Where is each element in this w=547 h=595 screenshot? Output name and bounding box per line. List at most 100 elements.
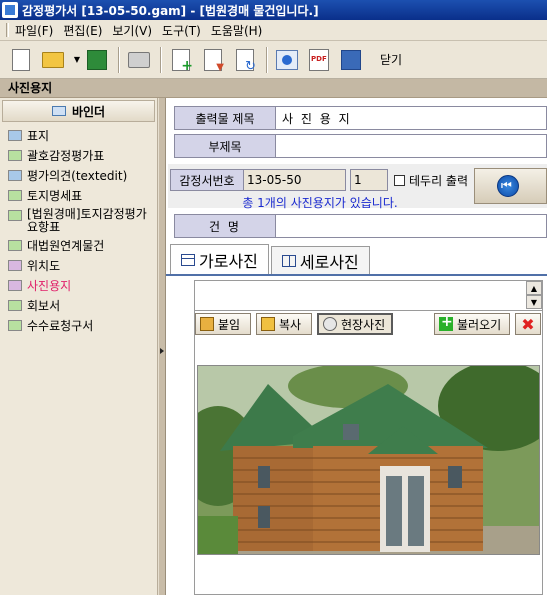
open-folder-button[interactable]	[40, 46, 66, 74]
binder-header[interactable]: 바인더	[2, 100, 155, 122]
scene-photo-button[interactable]: 현장사진	[317, 313, 393, 335]
close-button[interactable]: 닫기	[380, 51, 402, 68]
binder-header-label: 바인더	[71, 104, 106, 119]
name-field[interactable]	[276, 214, 547, 238]
binder-item-label: 대법원연계물건	[27, 239, 105, 253]
binder-item-label: [법원경매]토지감정평가요항표	[27, 207, 147, 234]
tab-landscape-photo[interactable]: 가로사진	[170, 244, 269, 274]
tab-portrait-photo[interactable]: 세로사진	[270, 246, 370, 274]
binder-item-report[interactable]: 회보서	[0, 296, 157, 316]
binder-item-opinion[interactable]: 평가의견(textedit)	[0, 166, 157, 186]
title-bar: 감정평가서 [13-05-50.gam] - [법원경매 물건입니다.]	[0, 0, 547, 20]
binder-item-cover[interactable]: 표지	[0, 126, 157, 146]
appraisal-number-label: 감정서번호	[170, 169, 244, 191]
paste-button[interactable]: 붙임	[195, 313, 251, 335]
scroll-down-icon[interactable]: ▼	[526, 295, 542, 309]
copy-button[interactable]: 복사	[256, 313, 312, 335]
subtitle-label: 부제목	[174, 134, 276, 158]
paste-label: 붙임	[218, 317, 241, 332]
binder-item-label: 토지명세표	[27, 189, 83, 203]
binder-item-label: 회보서	[27, 299, 61, 313]
menu-edit[interactable]: 편집(E)	[63, 22, 102, 39]
load-button[interactable]: 불러오기	[434, 313, 510, 335]
print-button[interactable]	[126, 46, 152, 74]
refresh-document-icon	[236, 48, 256, 74]
tab-divider	[166, 274, 547, 276]
folder-icon	[8, 260, 22, 271]
skip-back-icon	[497, 175, 519, 197]
floppy-icon	[341, 49, 361, 70]
site-photo[interactable]	[197, 365, 540, 555]
folder-icon	[8, 150, 22, 161]
portrait-icon	[281, 254, 296, 267]
menu-help[interactable]: 도움말(H)	[211, 22, 263, 39]
name-label: 건 명	[174, 214, 276, 238]
folder-icon	[8, 320, 22, 331]
info-icon	[276, 49, 298, 70]
binder-item-photo-sheet[interactable]: 사진용지	[0, 276, 157, 296]
paste-icon	[200, 317, 214, 331]
panel-splitter[interactable]	[158, 98, 166, 595]
scroll-up-icon[interactable]: ▲	[526, 281, 542, 295]
download-document-button[interactable]	[200, 46, 226, 74]
floppy-button[interactable]	[338, 46, 364, 74]
border-print-checkbox[interactable]	[394, 174, 405, 186]
binder-item-summary-table[interactable]: 괄호감정평가표	[0, 146, 157, 166]
delete-button[interactable]: ✖	[515, 313, 541, 335]
section-header: 사진용지	[0, 79, 547, 98]
save-icon	[87, 49, 107, 70]
dropdown-arrow-icon: ▼	[73, 55, 81, 64]
new-document-button[interactable]	[8, 46, 34, 74]
menu-bar: 파일(F) 편집(E) 보기(V) 도구(T) 도움말(H)	[0, 20, 547, 41]
add-document-icon	[172, 48, 193, 74]
refresh-document-button[interactable]	[232, 46, 258, 74]
output-title-row: 출력물 제목 사 진 용 지	[174, 106, 547, 130]
print-icon	[128, 51, 150, 68]
photo-action-bar: 붙임 복사 현장사진 불러오기 ✖	[195, 313, 542, 339]
open-dropdown-button[interactable]: ▼	[72, 46, 82, 74]
binder-panel: 바인더 표지 괄호감정평가표 평가의견(textedit) 토지명세표 [법원경…	[0, 98, 158, 595]
tab-label: 가로사진	[199, 251, 258, 271]
scene-photo-label: 현장사진	[341, 317, 386, 332]
folder-icon	[51, 106, 66, 116]
page-number-field[interactable]: 1	[350, 169, 388, 191]
appraisal-number-row: 감정서번호 13-05-50 1 테두리 출력	[170, 168, 468, 192]
output-title-label: 출력물 제목	[174, 106, 276, 130]
window-title: 감정평가서 [13-05-50.gam] - [법원경매 물건입니다.]	[22, 3, 319, 18]
menu-tools[interactable]: 도구(T)	[162, 22, 201, 39]
binder-item-supreme-court[interactable]: 대법원연계물건	[0, 236, 157, 256]
photo-caption-field[interactable]: ▲ ▼	[195, 281, 542, 311]
folder-icon	[8, 300, 22, 311]
photo-tabs: 가로사진 세로사진	[170, 244, 372, 274]
folder-icon	[8, 240, 22, 251]
toolbar: ▼ 닫기	[0, 41, 547, 79]
binder-item-land-spec[interactable]: 토지명세표	[0, 186, 157, 206]
output-title-field[interactable]: 사 진 용 지	[276, 106, 547, 130]
folder-icon	[8, 190, 22, 201]
toolbar-separator	[266, 46, 268, 73]
binder-item-location-map[interactable]: 위치도	[0, 256, 157, 276]
first-page-button[interactable]	[474, 168, 547, 204]
new-document-icon	[12, 48, 30, 71]
binder-item-court-land[interactable]: [법원경매]토지감정평가요항표	[0, 206, 157, 236]
binder-item-label: 사진용지	[27, 279, 72, 293]
menu-view[interactable]: 보기(V)	[112, 22, 152, 39]
binder-item-label: 평가의견(textedit)	[27, 169, 128, 183]
binder-item-fee-invoice[interactable]: 수수료청구서	[0, 316, 157, 336]
add-document-button[interactable]	[168, 46, 194, 74]
pdf-button[interactable]	[306, 46, 332, 74]
binder-list: 표지 괄호감정평가표 평가의견(textedit) 토지명세표 [법원경매]토지…	[0, 122, 157, 336]
menu-grip	[6, 23, 9, 37]
subtitle-field[interactable]	[276, 134, 547, 158]
collapse-arrow-icon[interactable]	[160, 348, 164, 354]
name-row: 건 명	[174, 214, 547, 238]
load-label: 불러오기	[457, 317, 502, 332]
menu-file[interactable]: 파일(F)	[15, 22, 53, 39]
app-icon	[2, 2, 18, 18]
info-button[interactable]	[274, 46, 300, 74]
camera-icon	[323, 317, 337, 331]
toolbar-separator	[160, 46, 162, 73]
save-button[interactable]	[84, 46, 110, 74]
appraisal-number-field[interactable]: 13-05-50	[244, 169, 346, 191]
photo-sheet-editor: 출력물 제목 사 진 용 지 부제목 감정서번호 13-05-50 1 테두리 …	[166, 98, 547, 595]
